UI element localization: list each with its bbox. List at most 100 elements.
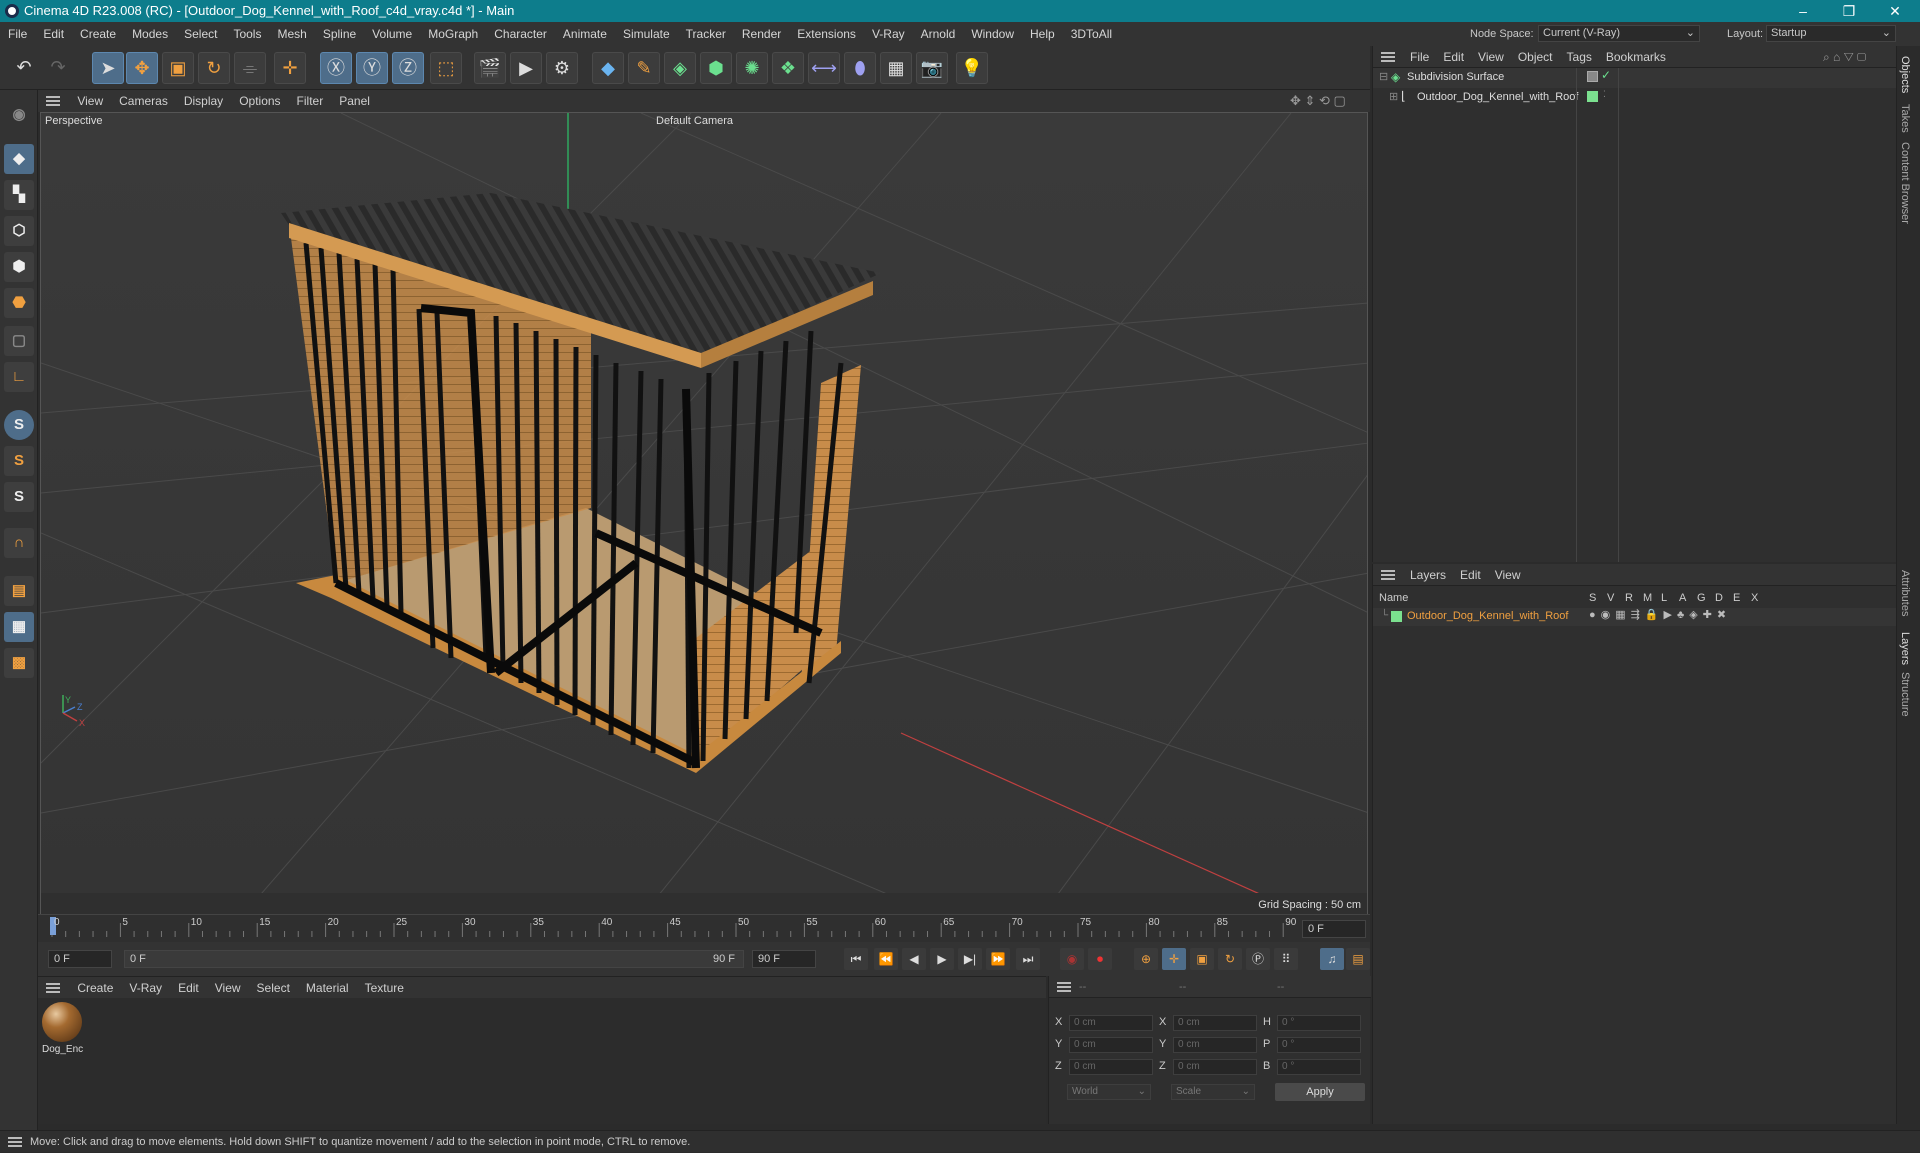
hamburger-icon[interactable]	[1381, 52, 1395, 62]
material-menu-create[interactable]: Create	[69, 977, 121, 999]
go-to-end-icon[interactable]: ⏭	[1016, 948, 1040, 970]
restore-button[interactable]: ❐	[1826, 0, 1872, 22]
tree-expander-icon[interactable]: ⊟	[1379, 70, 1388, 83]
objects-menu-tags[interactable]: Tags	[1560, 46, 1599, 68]
material-menu-view[interactable]: View	[207, 977, 249, 999]
viewport-menu-panel[interactable]: Panel	[331, 90, 378, 112]
undo-icon[interactable]: ↶	[8, 52, 40, 84]
material-menu-texture[interactable]: Texture	[357, 977, 412, 999]
subdivision-icon[interactable]: ◈	[664, 52, 696, 84]
layer-flag-icons[interactable]: ●◉▦⇶🔒▶♣◈✚✖	[1589, 608, 1731, 621]
menu-vray[interactable]: V-Ray	[864, 22, 913, 46]
play-icon[interactable]: ▶	[930, 948, 954, 970]
workplane-icon[interactable]: ▤	[4, 576, 34, 606]
coordinate-mode-select[interactable]: Scale ⌄	[1171, 1084, 1255, 1100]
viewport[interactable]: Y Z X Perspective Default Camera Grid Sp…	[40, 112, 1368, 916]
rot-p-field[interactable]: 0 °	[1277, 1037, 1361, 1053]
frame-range-slider[interactable]: 0 F 90 F	[124, 950, 744, 968]
rot-h-field[interactable]: 0 °	[1277, 1015, 1361, 1031]
planar-workplane-icon[interactable]: ▩	[4, 648, 34, 678]
snap-settings-icon[interactable]: S	[4, 446, 34, 476]
uv-mode-icon[interactable]: ▢	[4, 326, 34, 356]
viewport-menu-display[interactable]: Display	[176, 90, 231, 112]
viewport-nav-icons[interactable]: ✥ ⇕ ⟲ ▢	[1290, 90, 1346, 112]
menu-render[interactable]: Render	[734, 22, 789, 46]
hamburger-icon[interactable]	[1381, 570, 1395, 580]
polygons-mode-icon[interactable]: ⬣	[4, 288, 34, 318]
size-y-field[interactable]: 0 cm	[1173, 1037, 1257, 1053]
light-icon[interactable]: 💡	[956, 52, 988, 84]
menu-file[interactable]: File	[0, 22, 35, 46]
coordinate-system-icon[interactable]: ⬚	[430, 52, 462, 84]
coordinate-space-select[interactable]: World ⌄	[1067, 1084, 1151, 1100]
extrude-icon[interactable]: ⬢	[700, 52, 732, 84]
size-z-field[interactable]: 0 cm	[1173, 1059, 1257, 1075]
menu-arnold[interactable]: Arnold	[913, 22, 964, 46]
object-row[interactable]: ⊞ ⌊ Outdoor_Dog_Kennel_with_Roof ⁚	[1373, 88, 1897, 108]
menu-tracker[interactable]: Tracker	[678, 22, 734, 46]
material-menu-select[interactable]: Select	[249, 977, 298, 999]
current-frame-field[interactable]: 0 F	[1302, 920, 1366, 938]
move-tool-icon[interactable]: ✥	[126, 52, 158, 84]
next-frame-icon[interactable]: ▶|	[958, 948, 982, 970]
visibility-dots-icon[interactable]: ⁚	[1603, 89, 1606, 100]
quantize-icon[interactable]: S	[4, 482, 34, 512]
material-swatch[interactable]: Dog_Enc	[42, 1002, 83, 1060]
layers-menu-view[interactable]: View	[1488, 564, 1528, 586]
menu-simulate[interactable]: Simulate	[615, 22, 678, 46]
layout-select[interactable]: Startup ⌄	[1766, 25, 1896, 42]
objects-menu-view[interactable]: View	[1471, 46, 1511, 68]
objects-menu-edit[interactable]: Edit	[1436, 46, 1471, 68]
menu-spline[interactable]: Spline	[315, 22, 364, 46]
z-axis-lock-icon[interactable]: Ⓩ	[392, 52, 424, 84]
close-button[interactable]: ✕	[1872, 0, 1918, 22]
key-all-icon[interactable]: ⊕	[1134, 948, 1158, 970]
cloner-icon[interactable]: ✺	[736, 52, 768, 84]
layers-menu-edit[interactable]: Edit	[1453, 564, 1488, 586]
menu-window[interactable]: Window	[963, 22, 1022, 46]
pos-y-field[interactable]: 0 cm	[1069, 1037, 1153, 1053]
hamburger-icon[interactable]	[46, 96, 60, 106]
prev-frame-icon[interactable]: ◀	[902, 948, 926, 970]
tab-layers[interactable]: Layers	[1899, 632, 1911, 665]
key-param-icon[interactable]: Ⓟ	[1246, 948, 1270, 970]
menu-mograph[interactable]: MoGraph	[420, 22, 486, 46]
cube-icon[interactable]: ◆	[592, 52, 624, 84]
record-icon[interactable]: ◉	[1060, 948, 1084, 970]
edges-mode-icon[interactable]: ⬢	[4, 252, 34, 282]
timeline-ruler[interactable]: 0 5 10 15 20 25 30 35 40 45 50 55 60 65 70 75 80 85 90 0 F	[38, 914, 1370, 942]
rot-b-field[interactable]: 0 °	[1277, 1059, 1361, 1075]
material-menu-material[interactable]: Material	[298, 977, 357, 999]
recent-tools-icon[interactable]: ⌯	[234, 52, 266, 84]
menu-3dtoall[interactable]: 3DToAll	[1063, 22, 1120, 46]
camera-icon[interactable]: 📷	[916, 52, 948, 84]
hamburger-icon[interactable]	[8, 1137, 22, 1147]
points-mode-icon[interactable]: ⬡	[4, 216, 34, 246]
tab-structure[interactable]: Structure	[1899, 672, 1911, 717]
y-axis-lock-icon[interactable]: Ⓨ	[356, 52, 388, 84]
menu-create[interactable]: Create	[72, 22, 124, 46]
viewport-menu-view[interactable]: View	[69, 90, 111, 112]
layer-row[interactable]: └ Outdoor_Dog_Kennel_with_Roof ●◉▦⇶🔒▶♣◈✚…	[1373, 608, 1897, 626]
objects-menu-file[interactable]: File	[1403, 46, 1436, 68]
rotate-tool-icon[interactable]: ↻	[198, 52, 230, 84]
menu-help[interactable]: Help	[1022, 22, 1063, 46]
objects-menu-bookmarks[interactable]: Bookmarks	[1599, 46, 1673, 68]
timeline-window-icon[interactable]: ▤	[1346, 948, 1370, 970]
scale-tool-icon[interactable]: ▣	[162, 52, 194, 84]
timeline-motion-icon[interactable]: ♫	[1320, 948, 1344, 970]
key-position-icon[interactable]: ✛	[1162, 948, 1186, 970]
hamburger-icon[interactable]	[46, 983, 60, 993]
viewport-menu-cameras[interactable]: Cameras	[111, 90, 176, 112]
layer-name[interactable]: Outdoor_Dog_Kennel_with_Roof	[1407, 610, 1568, 622]
axis-mode-icon[interactable]: ∟	[4, 362, 34, 392]
object-row[interactable]: ⊟ ◈ Subdivision Surface ✓	[1373, 68, 1897, 88]
key-pla-icon[interactable]: ⠿	[1274, 948, 1298, 970]
field-icon[interactable]: ⬮	[844, 52, 876, 84]
magnet-icon[interactable]: ∩	[4, 528, 34, 558]
material-menu-vray[interactable]: V-Ray	[121, 977, 170, 999]
menu-select[interactable]: Select	[176, 22, 225, 46]
go-to-start-icon[interactable]: ⏮	[844, 948, 868, 970]
menu-volume[interactable]: Volume	[364, 22, 420, 46]
size-x-field[interactable]: 0 cm	[1173, 1015, 1257, 1031]
